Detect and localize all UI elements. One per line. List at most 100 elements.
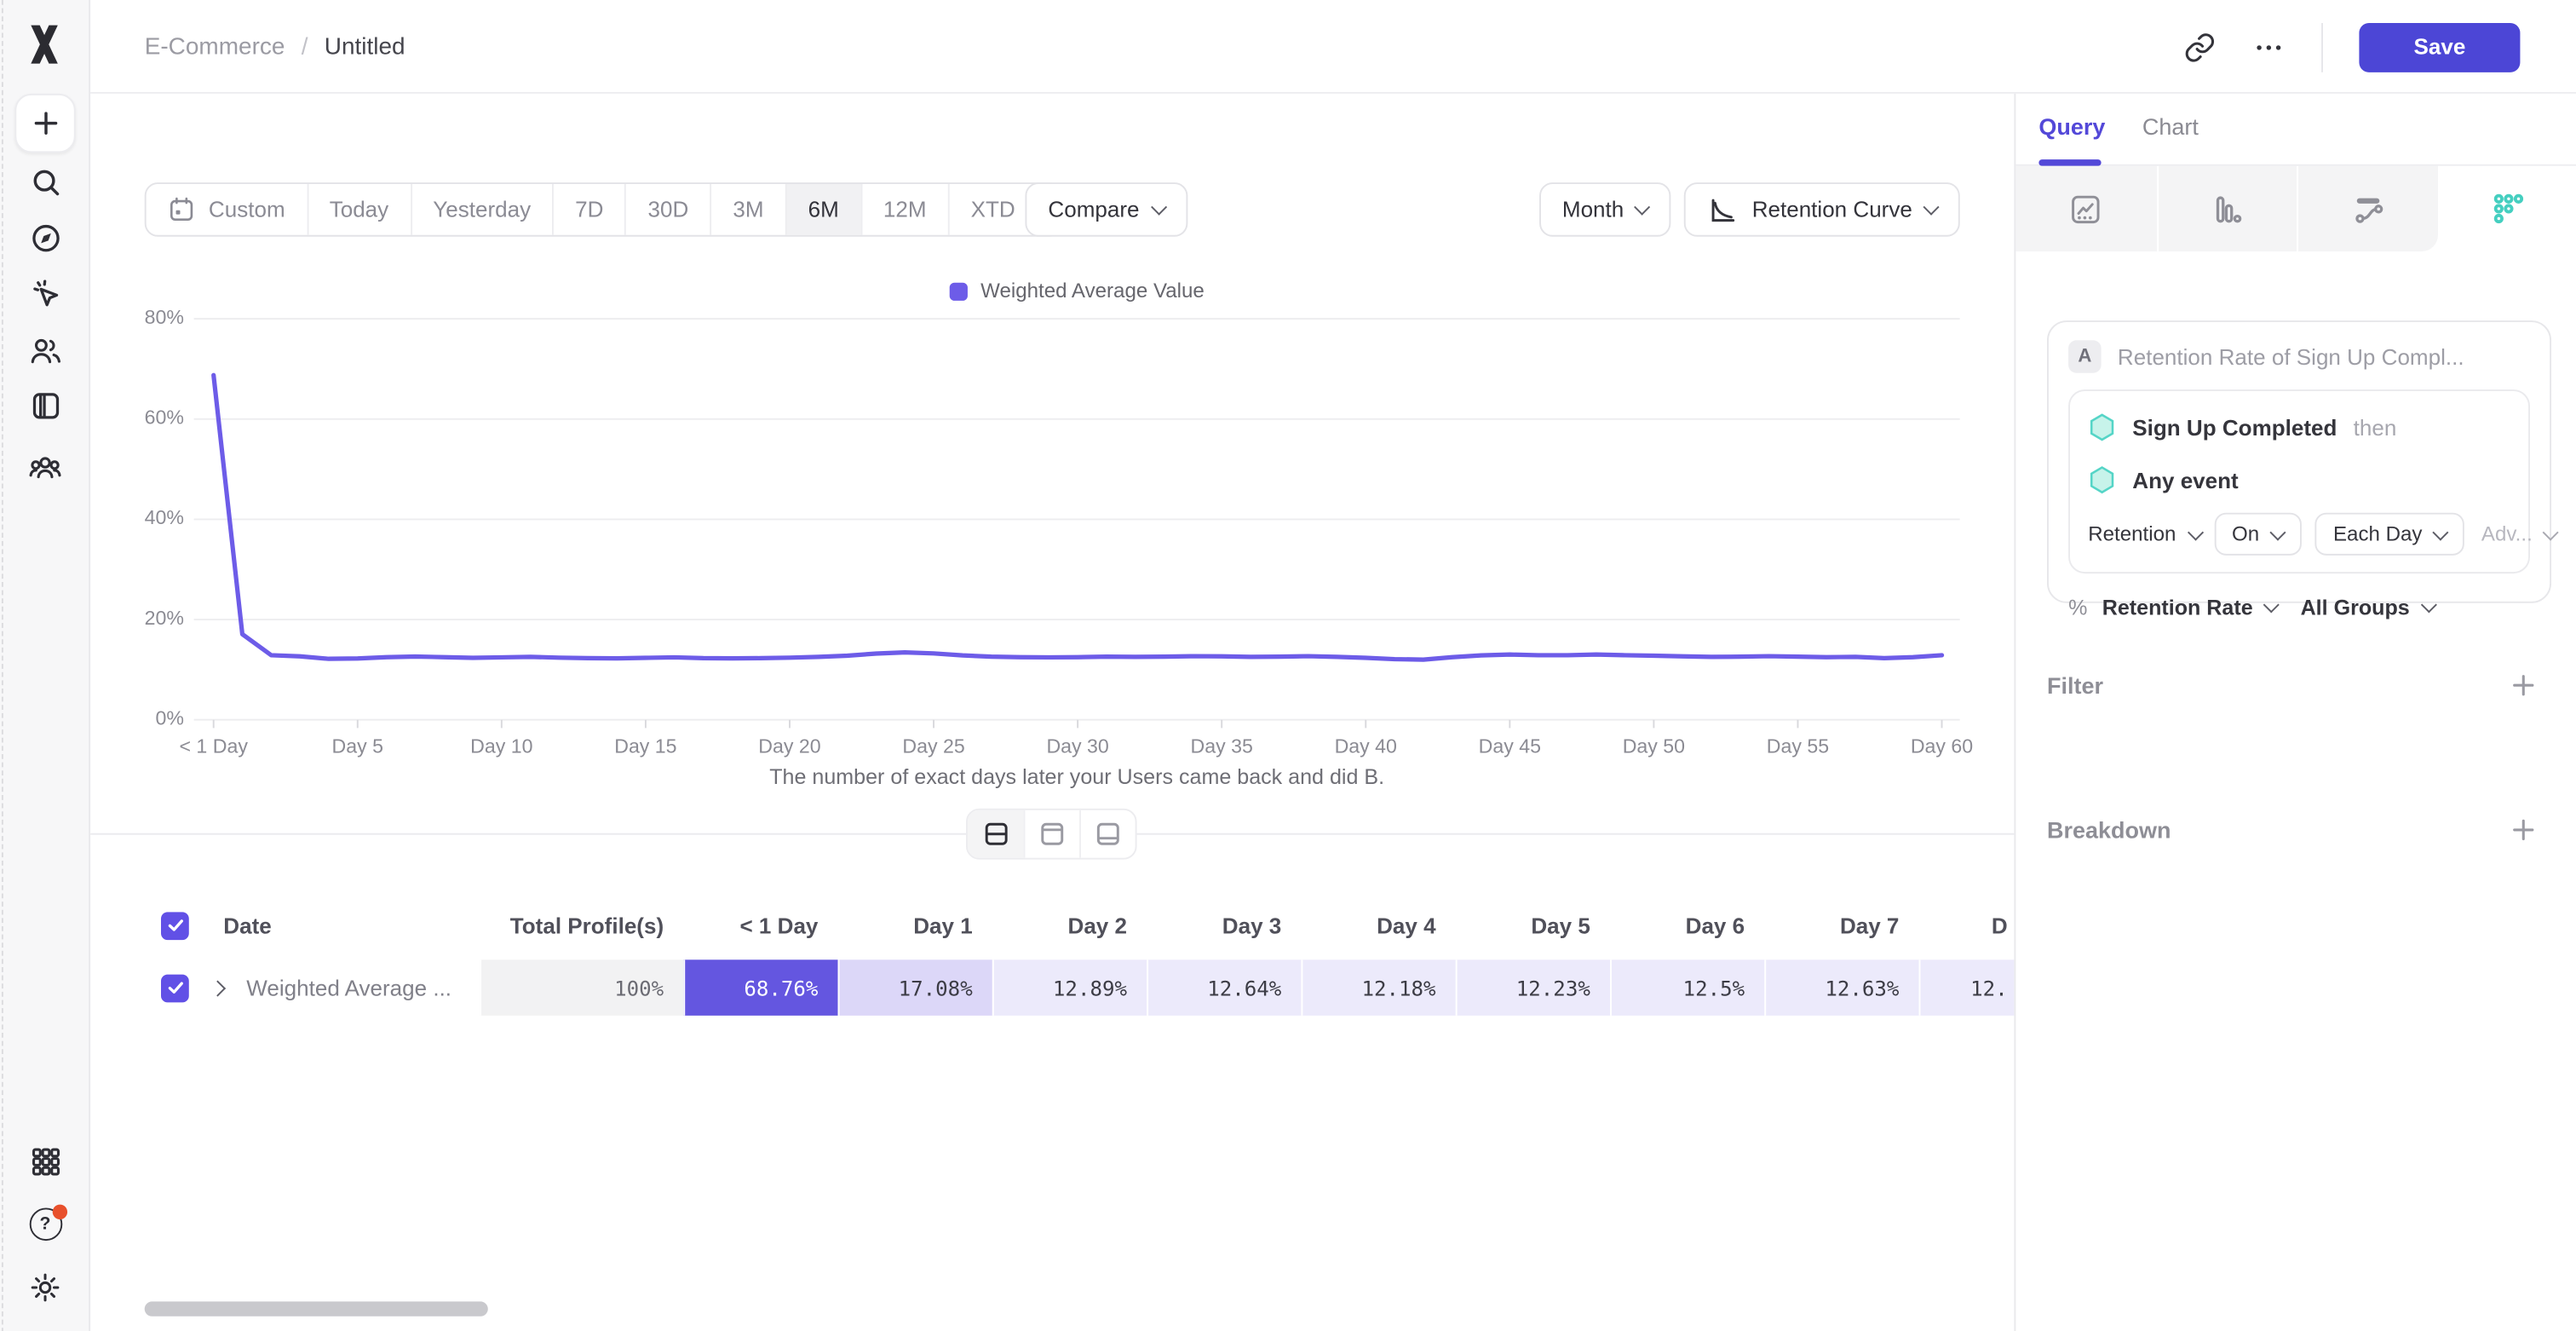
layout-chart-button[interactable] xyxy=(1023,810,1079,858)
column-header-day2[interactable]: Day 2 xyxy=(992,904,1147,947)
report-retention-button[interactable] xyxy=(2437,166,2576,251)
advanced-dropdown[interactable]: Adv... xyxy=(2481,522,2557,545)
layout-split-button[interactable] xyxy=(968,810,1024,858)
chart-x-axis-title: The number of exact days later your User… xyxy=(194,764,1960,789)
metric-dropdown[interactable]: Retention Rate xyxy=(2102,595,2278,619)
range-12m[interactable]: 12M xyxy=(860,184,948,235)
settings-nav-button[interactable] xyxy=(0,1259,90,1315)
check-icon xyxy=(165,977,185,997)
report-insights-button[interactable] xyxy=(2015,166,2156,251)
copy-link-icon[interactable] xyxy=(2183,31,2217,64)
save-button[interactable]: Save xyxy=(2359,22,2520,72)
x-axis-tick-label: Day 5 xyxy=(292,735,423,758)
flows-icon xyxy=(2350,192,2385,226)
x-axis-tick-label: Day 50 xyxy=(1588,735,1719,758)
column-header-day5[interactable]: Day 5 xyxy=(1456,904,1610,947)
plus-icon xyxy=(31,108,60,138)
column-header-day6[interactable]: Day 6 xyxy=(1610,904,1764,947)
event-pair-box: Sign Up Completed then Any event Retenti… xyxy=(2068,389,2530,573)
events-nav-button[interactable] xyxy=(0,266,90,322)
report-flows-button[interactable] xyxy=(2297,166,2437,251)
column-header-day8-cut[interactable]: D xyxy=(1919,904,2015,947)
explore-nav-button[interactable] xyxy=(0,210,90,267)
add-filter-button[interactable] xyxy=(2510,672,2537,699)
notification-dot xyxy=(52,1205,66,1219)
range-30d[interactable]: 30D xyxy=(625,184,710,235)
column-header-day3[interactable]: Day 3 xyxy=(1147,904,1301,947)
more-options-icon[interactable] xyxy=(2252,31,2286,64)
report-funnels-button[interactable] xyxy=(2156,166,2297,251)
table-row[interactable]: Weighted Average ... 100% 68.76% 17.08% … xyxy=(90,959,2014,1016)
x-axis-tick-label: < 1 Day xyxy=(148,735,279,758)
cell-day3[interactable]: 12.64% xyxy=(1147,959,1301,1016)
range-7d[interactable]: 7D xyxy=(552,184,624,235)
range-today[interactable]: Today xyxy=(307,184,411,235)
event-a-row[interactable]: Sign Up Completed then xyxy=(2088,406,2510,448)
column-header-day0[interactable]: < 1 Day xyxy=(683,904,837,947)
cell-total[interactable]: 100% xyxy=(480,959,683,1016)
column-header-day4[interactable]: Day 4 xyxy=(1301,904,1455,947)
breadcrumb-project[interactable]: E-Commerce xyxy=(145,34,285,60)
x-axis-tick-label: Day 40 xyxy=(1300,735,1431,758)
retention-type-dropdown[interactable]: Retention xyxy=(2088,522,2200,545)
cell-day4[interactable]: 12.18% xyxy=(1301,959,1455,1016)
select-all-checkbox[interactable] xyxy=(161,911,189,939)
chart-legend[interactable]: Weighted Average Value xyxy=(194,279,1960,302)
on-dropdown[interactable]: On xyxy=(2214,513,2303,556)
retention-line-chart[interactable]: The number of exact days later your User… xyxy=(90,304,2014,846)
chart-type-dropdown[interactable]: Retention Curve xyxy=(1685,182,1960,237)
cursor-spark-icon xyxy=(29,278,62,311)
retention-series-line[interactable] xyxy=(214,375,1942,660)
mixpanel-logo-icon[interactable] xyxy=(21,21,67,67)
cell-day8-cut[interactable]: 12. xyxy=(1919,959,2015,1016)
users-nav-button[interactable] xyxy=(0,322,90,378)
step-title-row: A Retention Rate of Sign Up Compl... xyxy=(2068,340,2530,373)
retention-dots-icon xyxy=(2490,191,2526,227)
y-axis-tick-label: 0% xyxy=(106,706,184,733)
cell-day7[interactable]: 12.63% xyxy=(1764,959,1918,1016)
chevron-down-icon xyxy=(2263,596,2280,613)
step-badge: A xyxy=(2068,340,2102,373)
y-axis-tick-label: 80% xyxy=(106,306,184,332)
plus-icon xyxy=(2510,672,2537,699)
apps-nav-button[interactable] xyxy=(0,1134,90,1190)
layout-table-button[interactable] xyxy=(1079,810,1136,858)
retention-curve-icon xyxy=(1708,195,1738,225)
column-header-day7[interactable]: Day 7 xyxy=(1764,904,1918,947)
range-3m[interactable]: 3M xyxy=(710,184,785,235)
cohorts-nav-button[interactable] xyxy=(0,437,90,493)
column-header-day1[interactable]: Day 1 xyxy=(838,904,992,947)
event-b-row[interactable]: Any event xyxy=(2088,458,2510,501)
chart-plot-area[interactable] xyxy=(194,304,1960,735)
groups-dropdown[interactable]: All Groups xyxy=(2301,595,2435,619)
add-breakdown-button[interactable] xyxy=(2510,816,2537,843)
column-header-total[interactable]: Total Profile(s) xyxy=(480,904,683,947)
boards-nav-button[interactable] xyxy=(0,378,90,435)
create-new-button[interactable] xyxy=(14,94,75,153)
cell-day2[interactable]: 12.89% xyxy=(992,959,1147,1016)
range-6m-selected[interactable]: 6M xyxy=(785,184,860,235)
range-label: XTD xyxy=(971,197,1015,222)
cell-day1[interactable]: 17.08% xyxy=(838,959,992,1016)
cell-day0[interactable]: 68.76% xyxy=(683,959,837,1016)
column-header-date[interactable]: Date xyxy=(161,904,480,947)
row-checkbox[interactable] xyxy=(161,974,189,1002)
compare-dropdown[interactable]: Compare xyxy=(1025,182,1187,237)
search-nav-button[interactable] xyxy=(0,154,90,210)
help-nav-button[interactable]: ? xyxy=(0,1196,90,1253)
interval-dropdown[interactable]: Each Day xyxy=(2315,513,2465,556)
range-custom[interactable]: Custom xyxy=(147,184,307,235)
cell-day6[interactable]: 12.5% xyxy=(1610,959,1764,1016)
app-window: ? E-Commerce / Untitled Save Custom xyxy=(0,0,2576,1331)
granularity-dropdown[interactable]: Month xyxy=(1539,182,1671,237)
event-hexagon-icon xyxy=(2088,412,2116,442)
tab-chart[interactable]: Chart xyxy=(2142,113,2199,140)
event-hexagon-icon xyxy=(2088,465,2116,495)
cell-day5[interactable]: 12.23% xyxy=(1456,959,1610,1016)
tab-query[interactable]: Query xyxy=(2038,113,2105,140)
horizontal-scrollbar-thumb[interactable] xyxy=(145,1301,488,1316)
breadcrumb-report-title[interactable]: Untitled xyxy=(325,34,405,60)
row-expander-button[interactable] xyxy=(212,982,223,994)
range-yesterday[interactable]: Yesterday xyxy=(410,184,552,235)
step-title-input[interactable]: Retention Rate of Sign Up Compl... xyxy=(2118,344,2464,369)
